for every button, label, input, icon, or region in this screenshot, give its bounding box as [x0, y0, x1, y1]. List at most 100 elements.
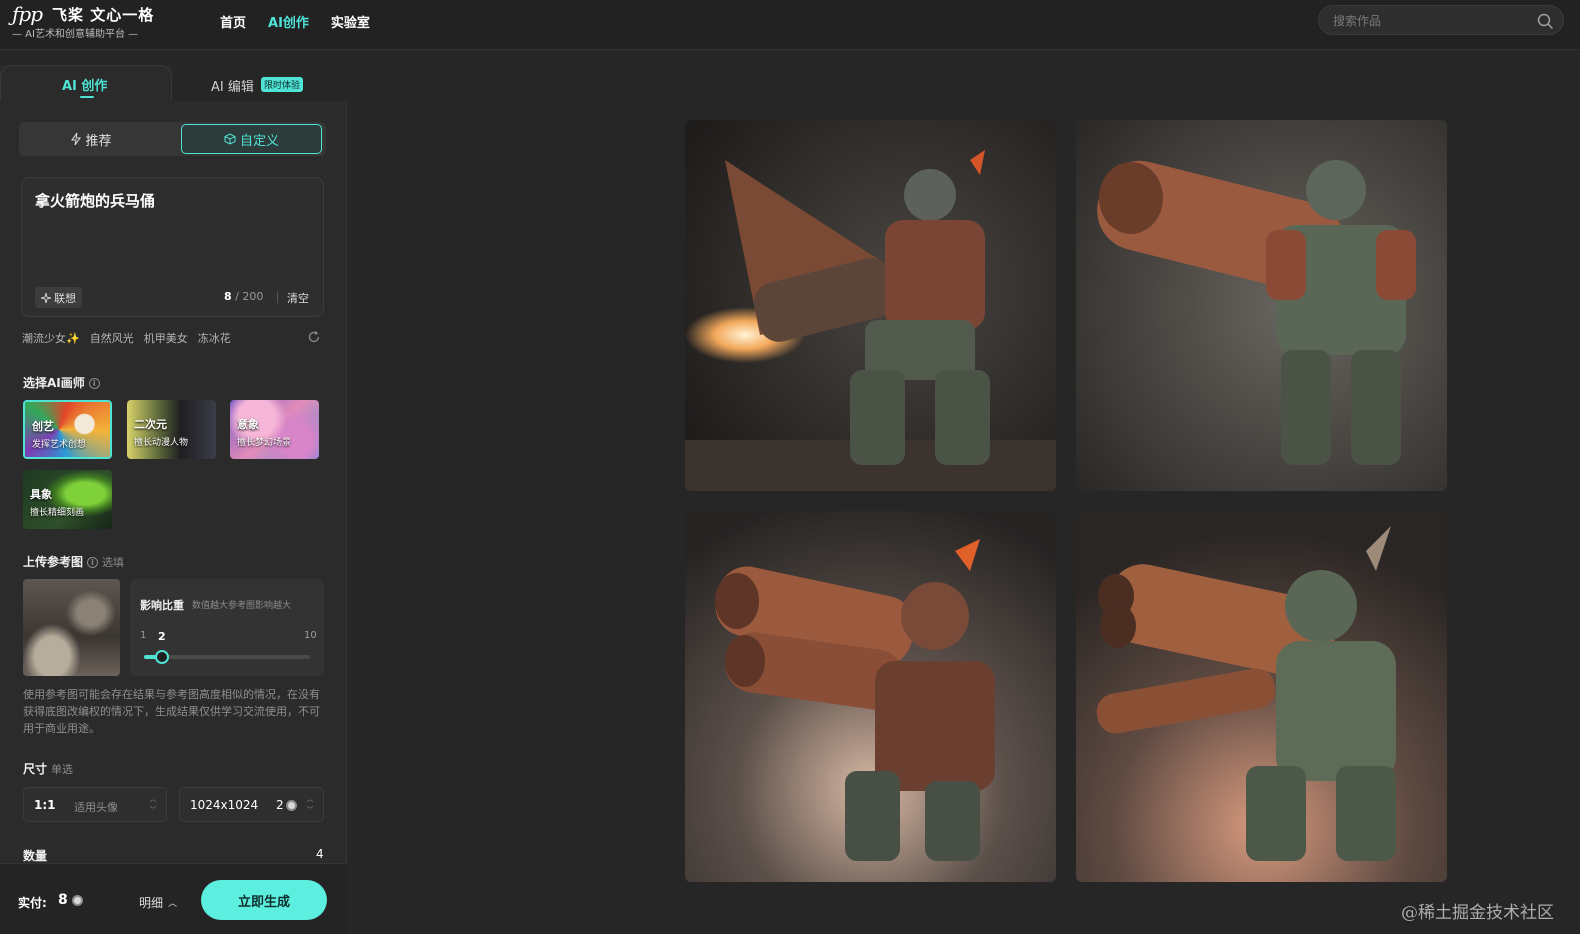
artist-desc: 擅长精细刻画 — [30, 508, 85, 518]
search-icon[interactable] — [1537, 13, 1553, 29]
ratio-select[interactable]: 1:1 适用头像 ︿ ﹀ — [23, 787, 167, 822]
top-header: ƒpp 飞桨 文心一格 — AI艺术和创意辅助平台 — 首页 AI创作 实验室 — [0, 0, 1580, 50]
resolution-select[interactable]: 1024x1024 2 ︿ ﹀ — [179, 787, 324, 822]
size-section-label: 尺寸 — [23, 762, 48, 776]
brand-logo[interactable]: ƒpp 飞桨 文心一格 — AI艺术和创意辅助平台 — — [12, 2, 162, 42]
weight-min: 1 — [140, 630, 147, 641]
result-image-1[interactable] — [685, 120, 1056, 491]
suggestion-tag[interactable]: 潮流少女✨ — [22, 330, 80, 346]
artist-name: 创艺 — [32, 420, 54, 433]
tab-inactive-background — [172, 65, 347, 101]
result-image-4[interactable] — [1076, 511, 1447, 882]
nav-ai-create[interactable]: AI创作 — [268, 12, 309, 31]
weight-hint: 数值越大参考图影响越大 — [192, 601, 292, 611]
weight-max: 10 — [304, 630, 317, 641]
chevron-down-icon[interactable]: ﹀ — [305, 805, 315, 816]
chevron-up-icon[interactable]: ︿ — [305, 794, 315, 805]
weight-slider-thumb[interactable] — [155, 650, 170, 664]
custom-mode-button[interactable]: 自定义 — [181, 124, 322, 154]
upload-optional-label: 选填 — [102, 556, 125, 569]
prompt-text[interactable]: 拿火箭炮的兵马俑 — [35, 190, 155, 211]
mode-toggle: 推荐 自定义 — [19, 122, 326, 156]
panel-footer: 实付: 8 明细 ︿ 立即生成 — [0, 863, 347, 934]
upload-section-title: 上传参考图 i 选填 — [23, 553, 124, 570]
artist-name: 具象 — [30, 488, 52, 501]
recommend-mode-button[interactable]: 推荐 — [21, 124, 162, 154]
terracotta-warrior-image — [1076, 511, 1447, 882]
watermark: @稀土掘金技术社区 — [1401, 903, 1554, 923]
info-icon[interactable]: i — [88, 378, 100, 389]
detail-button[interactable]: 明细 ︿ — [139, 894, 177, 911]
info-icon[interactable]: i — [87, 557, 99, 568]
cube-icon — [224, 133, 236, 145]
artist-card-chuangyi[interactable]: 创艺 发挥艺术创想 — [23, 400, 112, 459]
nav-lab[interactable]: 实验室 — [331, 12, 370, 31]
char-max: / 200 — [235, 290, 264, 303]
lightning-icon — [71, 133, 82, 145]
artist-desc: 擅长动漫人物 — [134, 438, 189, 448]
pay-value: 8 — [58, 892, 83, 908]
suggestion-tag[interactable]: 冻冰花 — [198, 330, 231, 346]
ratio-value: 1:1 — [34, 798, 56, 812]
artist-desc: 发挥艺术创想 — [32, 440, 87, 450]
pay-label: 实付: — [18, 896, 47, 910]
recommend-mode-label: 推荐 — [85, 133, 112, 149]
search-input[interactable] — [1333, 11, 1523, 31]
resolution-cost: 2 — [276, 798, 297, 812]
weight-title: 影响比重 — [140, 599, 184, 612]
coin-icon — [285, 799, 297, 811]
custom-mode-label: 自定义 — [239, 133, 279, 149]
terracotta-warrior-image — [1076, 120, 1447, 491]
suggestion-tag[interactable]: 机甲美女 — [144, 330, 188, 346]
reference-image[interactable] — [23, 579, 120, 676]
search-box — [1318, 5, 1564, 35]
weight-slider-track[interactable] — [144, 650, 310, 664]
quantity-label: 数量 — [23, 849, 48, 863]
coin-icon — [71, 894, 83, 906]
tab-ai-edit[interactable]: AI 编辑 — [211, 76, 254, 95]
detail-label: 明细 — [139, 896, 164, 910]
artist-card-juxiang[interactable]: 具象 擅长精细刻画 — [23, 470, 112, 529]
upload-section-label: 上传参考图 — [23, 555, 84, 569]
generate-button[interactable]: 立即生成 — [201, 880, 327, 920]
chevron-up-icon[interactable]: ︿ — [148, 794, 158, 805]
terracotta-warrior-image — [685, 511, 1056, 882]
weight-current: 2 — [158, 630, 166, 643]
result-image-2[interactable] — [1076, 120, 1447, 491]
artist-card-yixiang[interactable]: 意象 擅长梦幻场景 — [230, 400, 319, 459]
clear-button[interactable]: 清空 — [287, 290, 309, 306]
associate-button[interactable]: 联想 — [35, 287, 82, 308]
char-counter: 8 / 200 — [224, 290, 263, 303]
artist-section-title: 选择AI画师 i — [23, 374, 100, 391]
main-nav: 首页 AI创作 实验室 — [220, 12, 370, 31]
influence-weight-box: 影响比重 数值越大参考图影响越大 1 2 10 — [130, 579, 324, 676]
artist-section-label: 选择AI画师 — [23, 376, 85, 390]
size-mode-label: 单选 — [51, 763, 74, 776]
artist-card-anime[interactable]: 二次元 擅长动漫人物 — [127, 400, 216, 459]
prompt-suggestions: 潮流少女✨ 自然风光 机甲美女 冻冰花 — [22, 330, 231, 346]
artist-desc: 擅长梦幻场景 — [237, 438, 292, 448]
creation-panel: AI 创作 AI 编辑 限时体验 推荐 自定义 拿火箭炮的兵马俑 联想 8 / … — [0, 65, 347, 934]
terracotta-warrior-image — [685, 120, 1056, 491]
brand-tagline: — AI艺术和创意辅助平台 — — [12, 29, 139, 40]
result-image-3[interactable] — [685, 511, 1056, 882]
ratio-stepper[interactable]: ︿ ﹀ — [148, 794, 158, 816]
prompt-input-box[interactable]: 拿火箭炮的兵马俑 联想 8 / 200 清空 — [21, 177, 324, 317]
tab-active-indicator — [80, 96, 94, 98]
artist-name: 二次元 — [134, 418, 167, 431]
resolution-cost-value: 2 — [276, 798, 284, 812]
counter-divider — [277, 292, 278, 303]
resolution-stepper[interactable]: ︿ ﹀ — [305, 794, 315, 816]
panel-tabs: AI 创作 AI 编辑 限时体验 — [0, 65, 347, 101]
logo-mark-icon: ƒpp — [12, 2, 43, 26]
ratio-note: 适用头像 — [74, 801, 118, 814]
refresh-icon[interactable] — [307, 330, 321, 344]
chevron-up-icon: ︿ — [168, 899, 178, 909]
artist-name: 意象 — [237, 418, 259, 431]
resolution-value: 1024x1024 — [190, 798, 259, 812]
chevron-down-icon[interactable]: ﹀ — [148, 805, 158, 816]
tab-ai-create-label[interactable]: AI 创作 — [62, 75, 107, 94]
suggestion-tag[interactable]: 自然风光 — [90, 330, 134, 346]
nav-home[interactable]: 首页 — [220, 12, 246, 31]
quantity-value[interactable]: 4 — [316, 847, 324, 861]
